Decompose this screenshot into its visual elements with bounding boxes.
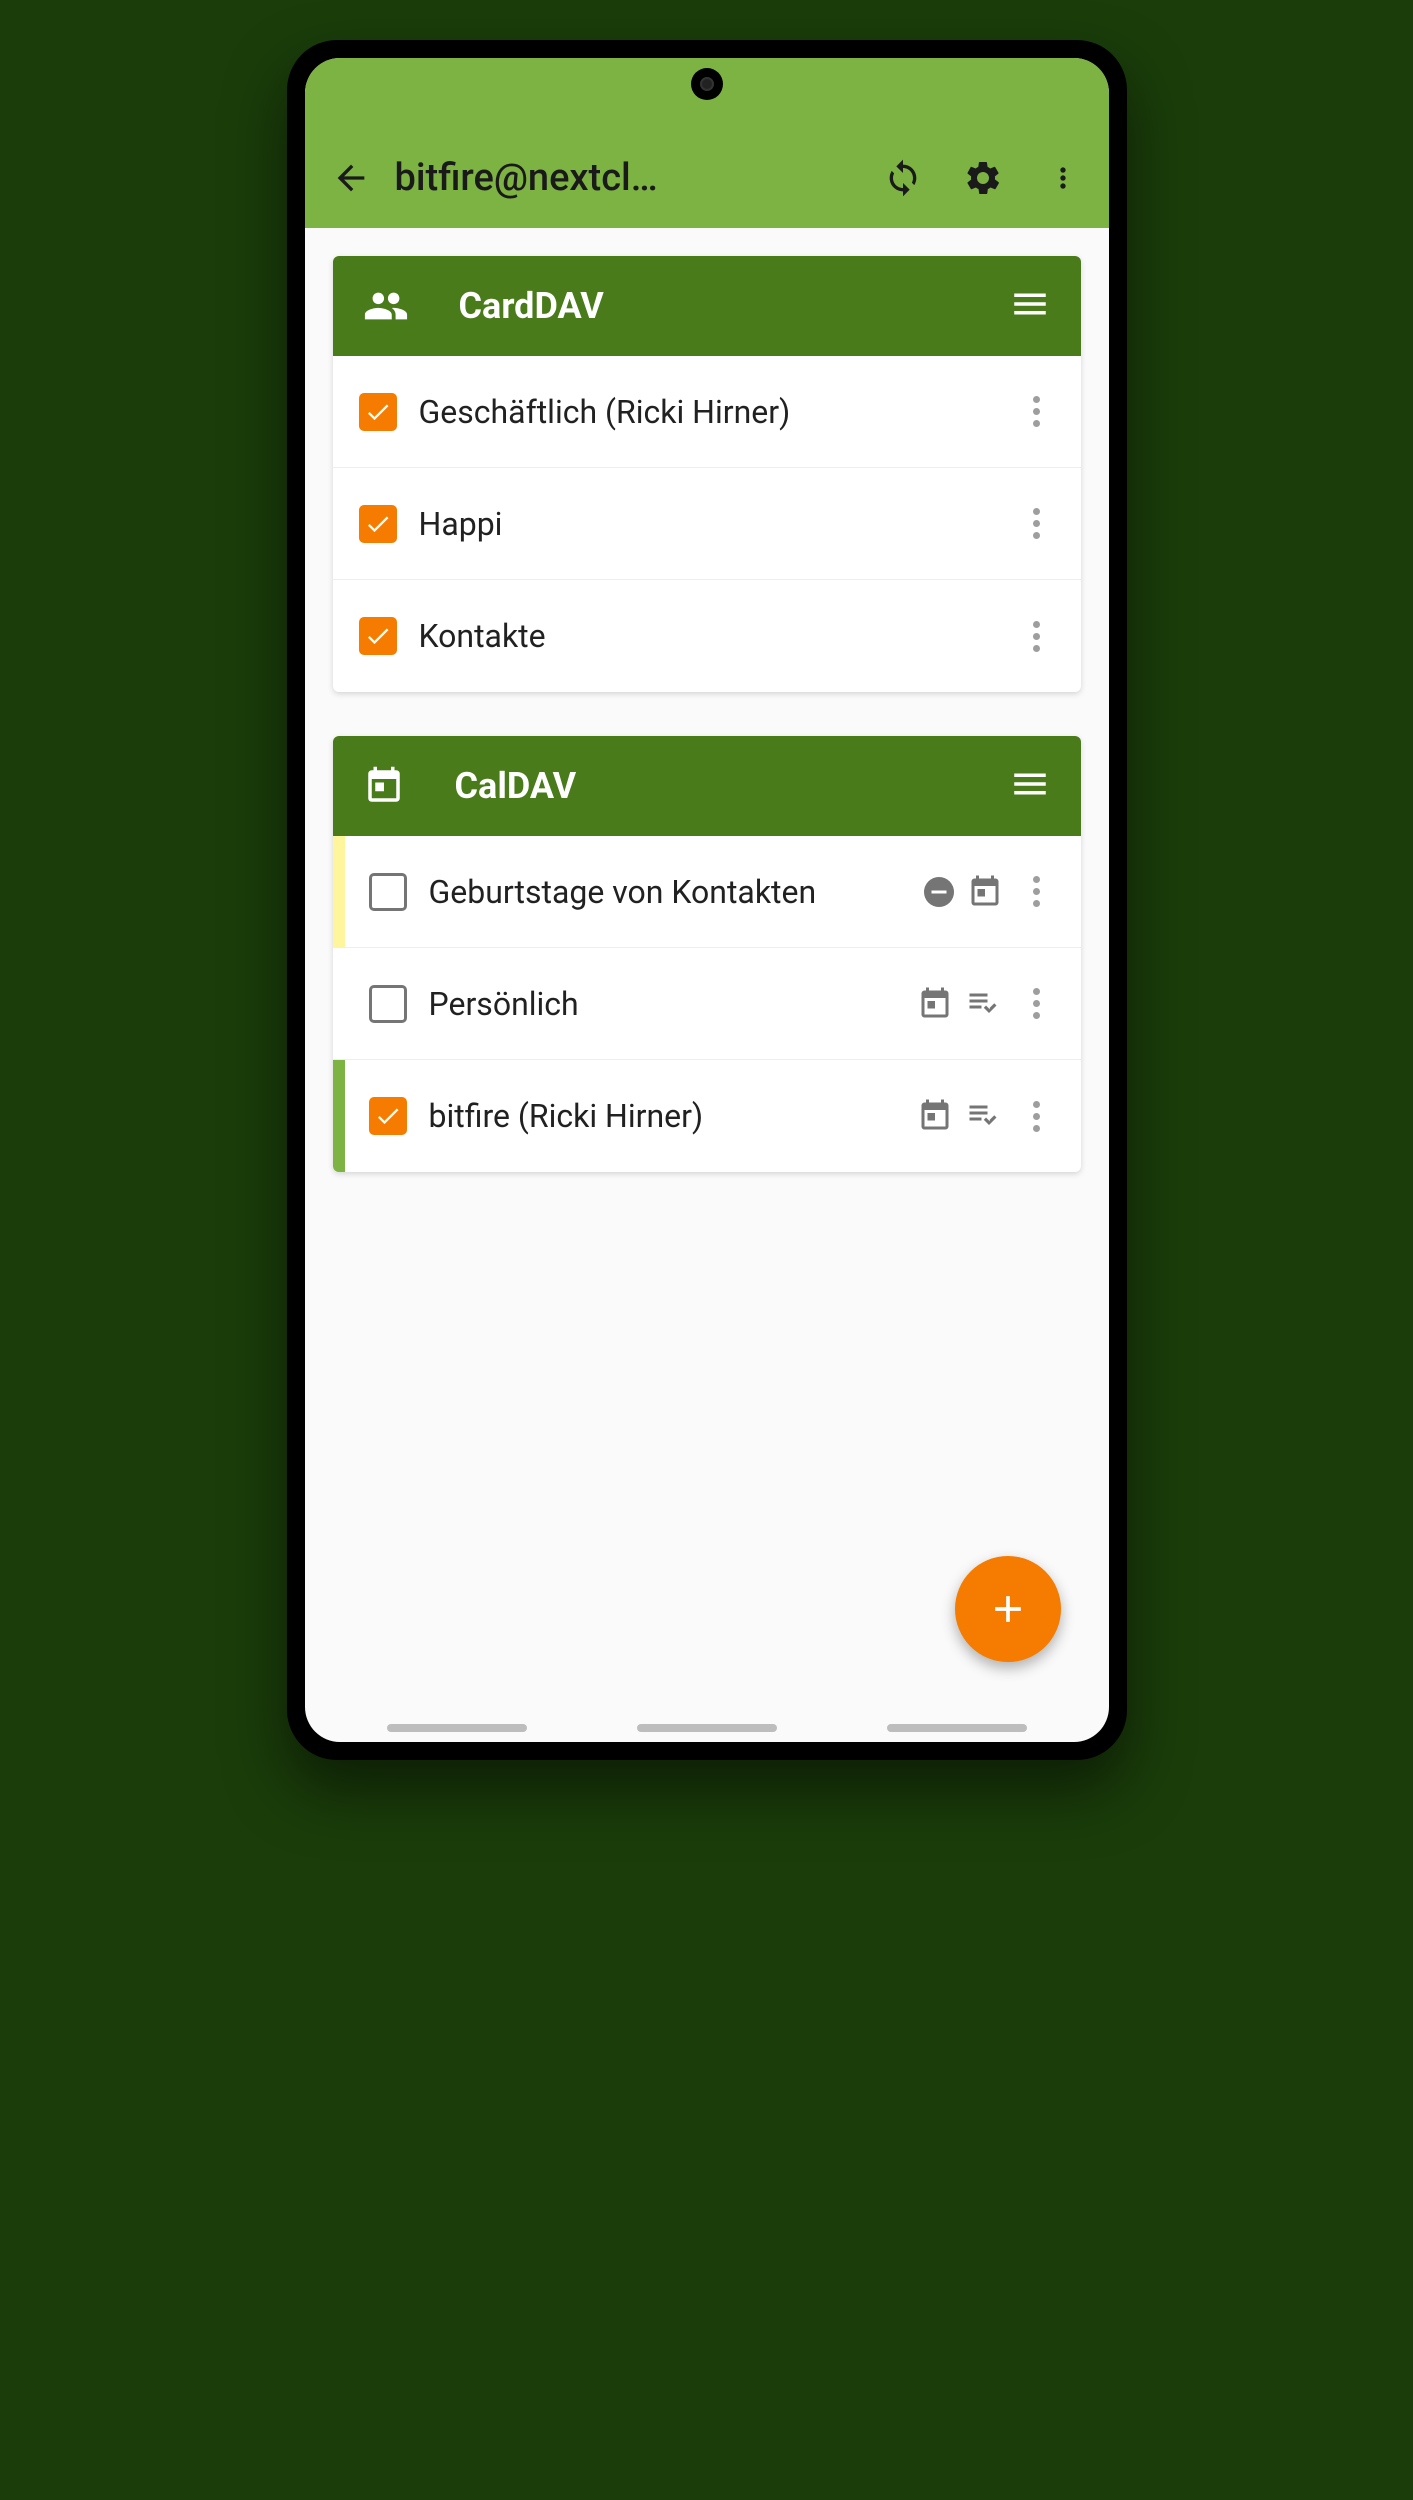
event-icon: [917, 986, 953, 1022]
checkbox[interactable]: [369, 1097, 407, 1135]
check-icon: [364, 510, 392, 538]
add-fab-button[interactable]: [955, 1556, 1061, 1662]
caldav-title: CalDAV: [455, 765, 577, 807]
overflow-menu-button[interactable]: [1041, 156, 1085, 200]
phone-screen: bitfire@nextcl…: [305, 58, 1109, 1742]
sync-icon: [883, 158, 923, 198]
check-icon: [374, 1102, 402, 1130]
gear-icon: [963, 158, 1003, 198]
checkbox[interactable]: [359, 505, 397, 543]
back-button[interactable]: [329, 156, 373, 200]
calendar-icon: [363, 765, 405, 807]
check-icon: [364, 398, 392, 426]
item-menu-button[interactable]: [1019, 621, 1055, 652]
check-icon: [364, 622, 392, 650]
item-menu-button[interactable]: [1019, 508, 1055, 539]
nav-home[interactable]: [637, 1724, 777, 1732]
phone-frame: bitfire@nextcl…: [287, 40, 1127, 1760]
nav-back[interactable]: [887, 1724, 1027, 1732]
item-label: Happi: [419, 504, 1019, 544]
system-nav-bar: [305, 1724, 1109, 1732]
caldav-item[interactable]: Persönlich: [333, 948, 1081, 1060]
caldav-section: CalDAV Geburtstage von Kontakten: [333, 736, 1081, 1172]
caldav-item[interactable]: Geburtstage von Kontakten: [333, 836, 1081, 948]
more-vert-icon: [1047, 158, 1079, 198]
hamburger-icon: [1009, 763, 1051, 805]
item-menu-button[interactable]: [1019, 876, 1055, 907]
plus-icon: [986, 1587, 1030, 1631]
carddav-item[interactable]: Happi: [333, 468, 1081, 580]
content-area: CardDAV Geschäftlich (Ricki Hirner): [305, 228, 1109, 1244]
caldav-menu-button[interactable]: [1009, 763, 1051, 809]
settings-button[interactable]: [961, 156, 1005, 200]
color-indicator: [333, 1060, 345, 1172]
item-menu-button[interactable]: [1019, 396, 1055, 427]
sync-button[interactable]: [881, 156, 925, 200]
carddav-header: CardDAV: [333, 256, 1081, 356]
event-icon: [917, 1098, 953, 1134]
caldav-header: CalDAV: [333, 736, 1081, 836]
people-icon: [363, 283, 409, 329]
item-label: Geburtstage von Kontakten: [429, 872, 921, 912]
camera-notch: [691, 68, 723, 100]
item-label: Kontakte: [419, 616, 1019, 656]
carddav-item[interactable]: Geschäftlich (Ricki Hirner): [333, 356, 1081, 468]
item-menu-button[interactable]: [1019, 988, 1055, 1019]
carddav-item[interactable]: Kontakte: [333, 580, 1081, 692]
carddav-menu-button[interactable]: [1009, 283, 1051, 329]
item-label: bitfire (Ricki Hirner): [429, 1096, 917, 1136]
page-title: bitfire@nextcl…: [395, 156, 775, 200]
hamburger-icon: [1009, 283, 1051, 325]
caldav-item[interactable]: bitfire (Ricki Hirner): [333, 1060, 1081, 1172]
checkbox[interactable]: [359, 393, 397, 431]
tasks-icon: [963, 1098, 1003, 1134]
nav-recent[interactable]: [387, 1724, 527, 1732]
carddav-section: CardDAV Geschäftlich (Ricki Hirner): [333, 256, 1081, 692]
tasks-icon: [963, 986, 1003, 1022]
item-label: Persönlich: [429, 984, 917, 1024]
checkbox[interactable]: [359, 617, 397, 655]
item-label: Geschäftlich (Ricki Hirner): [419, 392, 1019, 432]
item-menu-button[interactable]: [1019, 1101, 1055, 1132]
checkbox[interactable]: [369, 985, 407, 1023]
carddav-title: CardDAV: [459, 285, 604, 327]
event-icon: [967, 874, 1003, 910]
arrow-back-icon: [331, 158, 371, 198]
color-indicator: [333, 836, 345, 947]
checkbox[interactable]: [369, 873, 407, 911]
readonly-icon: [921, 874, 957, 910]
